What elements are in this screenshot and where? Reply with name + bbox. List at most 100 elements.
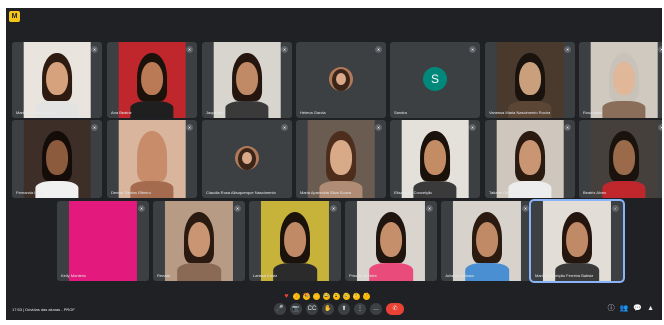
reaction-bar: ♥ 👍 🎉 👏 😂 😮 😢 🤔 👎: [283, 293, 370, 300]
participant-tile[interactable]: ✕ Helena Garcia: [296, 42, 386, 118]
camera-button[interactable]: 📷: [290, 303, 302, 315]
mic-status-icon: ✕: [375, 124, 382, 131]
participant-tile[interactable]: ✕ Jaqueline: [202, 42, 292, 118]
reaction-emoji-icon[interactable]: 🎉: [303, 293, 310, 300]
reaction-emoji-icon[interactable]: 🤔: [353, 293, 360, 300]
participant-video: [542, 201, 612, 281]
participant-name: Claudia Rosa Albuquerque Nascimento: [206, 190, 276, 195]
mic-status-icon: ✕: [138, 205, 145, 212]
mic-status-icon: ✕: [281, 124, 288, 131]
participant-tile[interactable]: ✕ Vanessa Maria Nascimento Rocha: [485, 42, 575, 118]
captions-button[interactable]: CC: [306, 303, 318, 315]
activities-icon[interactable]: ▲: [647, 304, 654, 314]
side-panel-tools: ⓘ 👥 💬 ▲: [608, 304, 654, 314]
reaction-emoji-icon[interactable]: ♥: [283, 293, 290, 300]
screenshot: M ✕ Maria Eduarda Souza ✕ Ana Beatriz ✕ Jaque…: [0, 0, 664, 325]
participant-video: [68, 201, 138, 281]
reaction-emoji-icon[interactable]: 👍: [293, 293, 300, 300]
participant-video: [496, 120, 564, 198]
participant-name: Maria Eduarda Souza: [16, 110, 55, 115]
reaction-emoji-icon[interactable]: 😂: [323, 293, 330, 300]
leave-call-button[interactable]: ✆: [386, 303, 404, 315]
participant-tile[interactable]: ✕ Larissa Costa: [249, 201, 341, 281]
participant-tile[interactable]: ✕ Rosangela: [579, 42, 662, 118]
mic-status-icon: ✕: [469, 46, 476, 53]
participant-name: Denise Santos Ribeiro: [111, 190, 151, 195]
people-icon[interactable]: 👥: [620, 304, 629, 314]
chat-icon[interactable]: 💬: [633, 304, 642, 314]
participant-tile[interactable]: ✕ Claudia Rosa Albuquerque Nascimento: [202, 120, 292, 198]
app-logo-icon: M: [9, 11, 20, 22]
mic-status-icon: ✕: [522, 205, 529, 212]
participant-video: [590, 42, 658, 118]
participant-avatar: [235, 146, 259, 171]
more-options-button[interactable]: ⋮: [354, 303, 366, 315]
participant-tile[interactable]: ✕ Elisangela Conceição: [390, 120, 480, 198]
participant-tile[interactable]: ✕ Fernanda Lima: [12, 120, 102, 198]
participant-video: [118, 42, 186, 118]
participant-name: Fernanda Lima: [16, 190, 43, 195]
participant-tile[interactable]: ✕ Maria Aparecida Silva Souza: [296, 120, 386, 198]
mic-status-icon: ✕: [658, 46, 662, 53]
participant-video: [213, 42, 281, 118]
present-button[interactable]: ⬆: [338, 303, 350, 315]
participant-tile[interactable]: ✕ Renata: [153, 201, 245, 281]
participant-name: Maria Conceição Ferreira Batista: [535, 273, 594, 278]
participant-video: [164, 201, 234, 281]
reaction-emoji-icon[interactable]: 😮: [333, 293, 340, 300]
participant-name: Kelly Monteiro: [61, 273, 87, 278]
reactions-button[interactable]: …: [370, 303, 382, 315]
meeting-window: M ✕ Maria Eduarda Souza ✕ Ana Beatriz ✕ Jaque…: [6, 8, 662, 320]
reaction-emoji-icon[interactable]: 👎: [363, 293, 370, 300]
participant-name: Priscila Moreira: [349, 273, 377, 278]
participant-tile[interactable]: ✕ Denise Santos Ribeiro: [107, 120, 197, 198]
participant-video: [356, 201, 426, 281]
participant-video: [401, 120, 469, 198]
bottom-bar: 17:53 | Dúvidas das alunas - PROF 🎤 📷 CC ✋ ⬆…: [6, 300, 662, 320]
participant-name: Rosangela: [583, 110, 603, 115]
participant-name: Jaqueline: [206, 110, 224, 115]
participant-tile[interactable]: ✕ Beatriz Alves: [579, 120, 662, 198]
call-controls: 🎤 📷 CC ✋ ⬆ ⋮ … ✆: [274, 303, 404, 315]
meeting-info-icon[interactable]: ⓘ: [608, 304, 615, 314]
mic-status-icon: ✕: [234, 205, 241, 212]
mic-status-icon: ✕: [91, 46, 98, 53]
raise-hand-button[interactable]: ✋: [322, 303, 334, 315]
mic-status-icon: ✕: [91, 124, 98, 131]
participant-avatar: [329, 67, 353, 92]
participant-video: [307, 120, 375, 198]
participant-video: [118, 120, 186, 198]
participant-video: [452, 201, 522, 281]
mic-status-icon: ✕: [564, 124, 571, 131]
participant-name: Tatiane Oliveira: [489, 190, 517, 195]
participant-name: Sandra: [394, 110, 407, 115]
participant-name: Juliana Cardoso: [445, 273, 474, 278]
mic-status-icon: ✕: [426, 205, 433, 212]
mic-status-icon: ✕: [186, 124, 193, 131]
participant-name: Larissa Costa: [253, 273, 278, 278]
participant-video: [23, 42, 91, 118]
participant-tile[interactable]: ✕ Priscila Moreira: [345, 201, 437, 281]
mic-status-icon: ✕: [330, 205, 337, 212]
reaction-emoji-icon[interactable]: 😢: [343, 293, 350, 300]
participant-tile[interactable]: S ✕ Sandra: [390, 42, 480, 118]
participant-video: [590, 120, 658, 198]
participant-video: [23, 120, 91, 198]
participant-tile[interactable]: ✓ Maria Conceição Ferreira Batista: [529, 199, 625, 283]
participant-name: Ana Beatriz: [111, 110, 132, 115]
participant-name: Helena Garcia: [300, 110, 326, 115]
participant-tile[interactable]: ✕ Kelly Monteiro: [57, 201, 149, 281]
participant-tile[interactable]: ✕ Ana Beatriz: [107, 42, 197, 118]
participant-tile[interactable]: ✕ Tatiane Oliveira: [485, 120, 575, 198]
mic-button[interactable]: 🎤: [274, 303, 286, 315]
mic-status-icon: ✓: [612, 205, 619, 212]
participant-tile[interactable]: ✕ Maria Eduarda Souza: [12, 42, 102, 118]
participant-tile[interactable]: ✕ Juliana Cardoso: [441, 201, 533, 281]
participant-video: [260, 201, 330, 281]
participant-name: Maria Aparecida Silva Souza: [300, 190, 352, 195]
meeting-details[interactable]: 17:53 | Dúvidas das alunas - PROF: [12, 307, 75, 312]
participant-name: Elisangela Conceição: [394, 190, 433, 195]
participant-name: Renata: [157, 273, 170, 278]
mic-status-icon: ✕: [469, 124, 476, 131]
reaction-emoji-icon[interactable]: 👏: [313, 293, 320, 300]
